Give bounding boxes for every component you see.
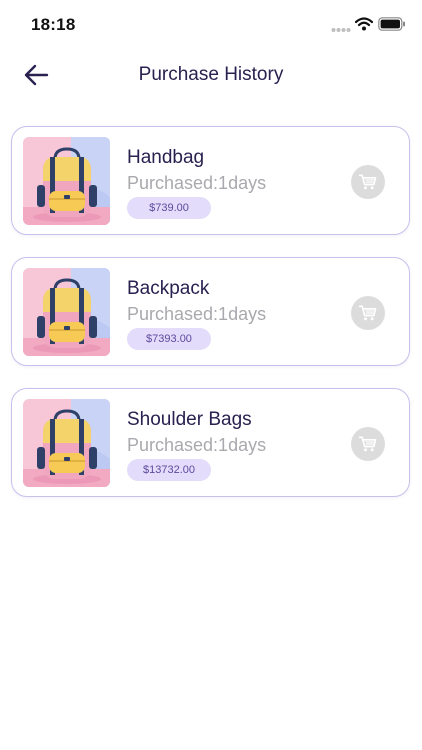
cart-icon <box>358 172 378 192</box>
product-name: Handbag <box>127 147 205 168</box>
purchased-text: Purchased:1days <box>127 435 267 455</box>
add-to-cart-button[interactable] <box>351 427 385 461</box>
page-title: Purchase History <box>138 64 284 85</box>
battery-icon <box>378 17 405 31</box>
order-card[interactable]: Shoulder Bags Purchased:1days $13732.00 <box>11 388 410 497</box>
cart-icon <box>358 434 378 454</box>
wifi-icon <box>355 17 373 31</box>
status-bar: 18:18 <box>0 0 422 50</box>
price-badge: $739.00 <box>127 197 211 219</box>
order-card[interactable]: Handbag Purchased:1days $739.00 <box>11 126 410 235</box>
add-to-cart-button[interactable] <box>351 296 385 330</box>
navigation-bar: Purchase History <box>0 50 422 100</box>
price-badge: $7393.00 <box>127 328 211 350</box>
product-name: Backpack <box>127 278 210 299</box>
add-to-cart-button[interactable] <box>351 165 385 199</box>
status-time: 18:18 <box>31 15 76 34</box>
backpack-image <box>23 137 110 225</box>
purchased-text: Purchased:1days <box>127 173 267 193</box>
price-badge: $13732.00 <box>127 459 211 481</box>
signal-dots-icon <box>331 28 351 32</box>
order-card[interactable]: Backpack Purchased:1days $7393.00 <box>11 257 410 366</box>
cart-icon <box>358 303 378 323</box>
backpack-image <box>23 399 110 487</box>
purchased-text: Purchased:1days <box>127 304 267 324</box>
purchase-list: Handbag Purchased:1days $739.00 Backpack… <box>11 126 412 519</box>
backpack-image <box>23 268 110 356</box>
product-name: Shoulder Bags <box>127 409 252 430</box>
